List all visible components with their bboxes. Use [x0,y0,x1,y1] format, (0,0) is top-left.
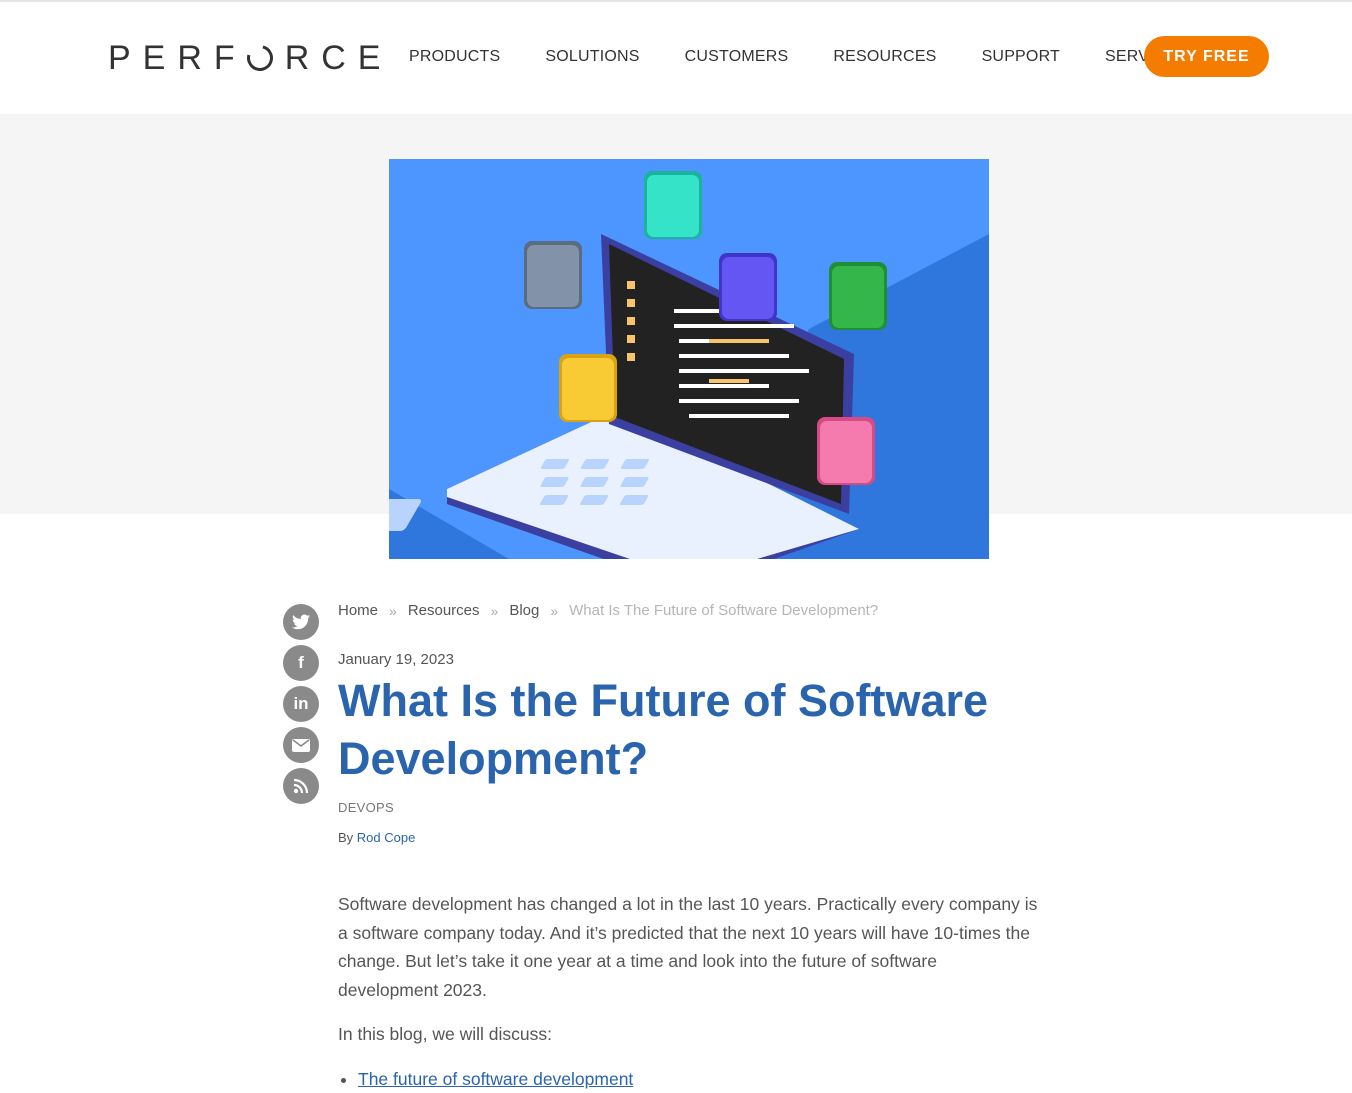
hero-illustration [389,159,989,559]
toc-link[interactable]: The future of software development [358,1069,633,1089]
thumbs-up-tile [817,417,875,485]
breadcrumb-separator: » [491,603,499,619]
article-body: Software development has changed a lot i… [338,890,1038,1093]
publish-date: January 19, 2023 [338,651,454,668]
brain-tile [644,171,702,239]
category-tag[interactable]: DEVOPS [338,800,394,815]
email-icon[interactable] [283,727,319,763]
breadcrumb: Home » Resources » Blog » What Is The Fu… [338,602,878,619]
article-title: What Is the Future of Software Developme… [338,672,1058,788]
discuss-paragraph: In this blog, we will discuss: [338,1020,1038,1049]
social-share-bar: f in [283,604,319,809]
author-link[interactable]: Rod Cope [357,830,416,845]
facebook-icon[interactable]: f [283,645,319,681]
nav-support[interactable]: SUPPORT [982,48,1060,66]
breadcrumb-blog[interactable]: Blog [509,602,539,619]
site-header: PERFRCE PRODUCTS SOLUTIONS CUSTOMERS RES… [0,2,1352,114]
breadcrumb-separator: » [550,603,558,619]
linkedin-icon[interactable]: in [283,686,319,722]
nav-resources[interactable]: RESOURCES [833,48,936,66]
main-nav: PRODUCTS SOLUTIONS CUSTOMERS RESOURCES S… [409,48,1232,66]
list-item: The future of software development [358,1065,1038,1093]
intro-paragraph: Software development has changed a lot i… [338,890,1038,1004]
byline-prefix: By [338,830,353,845]
toc-list: The future of software development [338,1065,1038,1093]
nav-customers[interactable]: CUSTOMERS [685,48,789,66]
byline: By Rod Cope [338,830,415,845]
breadcrumb-current: What Is The Future of Software Developme… [569,602,878,619]
breadcrumb-home[interactable]: Home [338,602,378,619]
perforce-logo[interactable]: PERFRCE [108,40,392,76]
breadcrumb-separator: » [389,603,397,619]
nav-products[interactable]: PRODUCTS [409,48,500,66]
logo-o-ring [242,40,278,76]
nav-solutions[interactable]: SOLUTIONS [545,48,639,66]
server-tile [559,354,617,422]
laptop-illustration [389,159,989,559]
circuit-tile [719,253,777,321]
lightbulb-tile [524,241,582,309]
rss-icon[interactable] [283,768,319,804]
try-free-button[interactable]: TRY FREE [1144,36,1269,77]
chip-tile [829,262,887,330]
twitter-icon[interactable] [283,604,319,640]
breadcrumb-resources[interactable]: Resources [408,602,480,619]
